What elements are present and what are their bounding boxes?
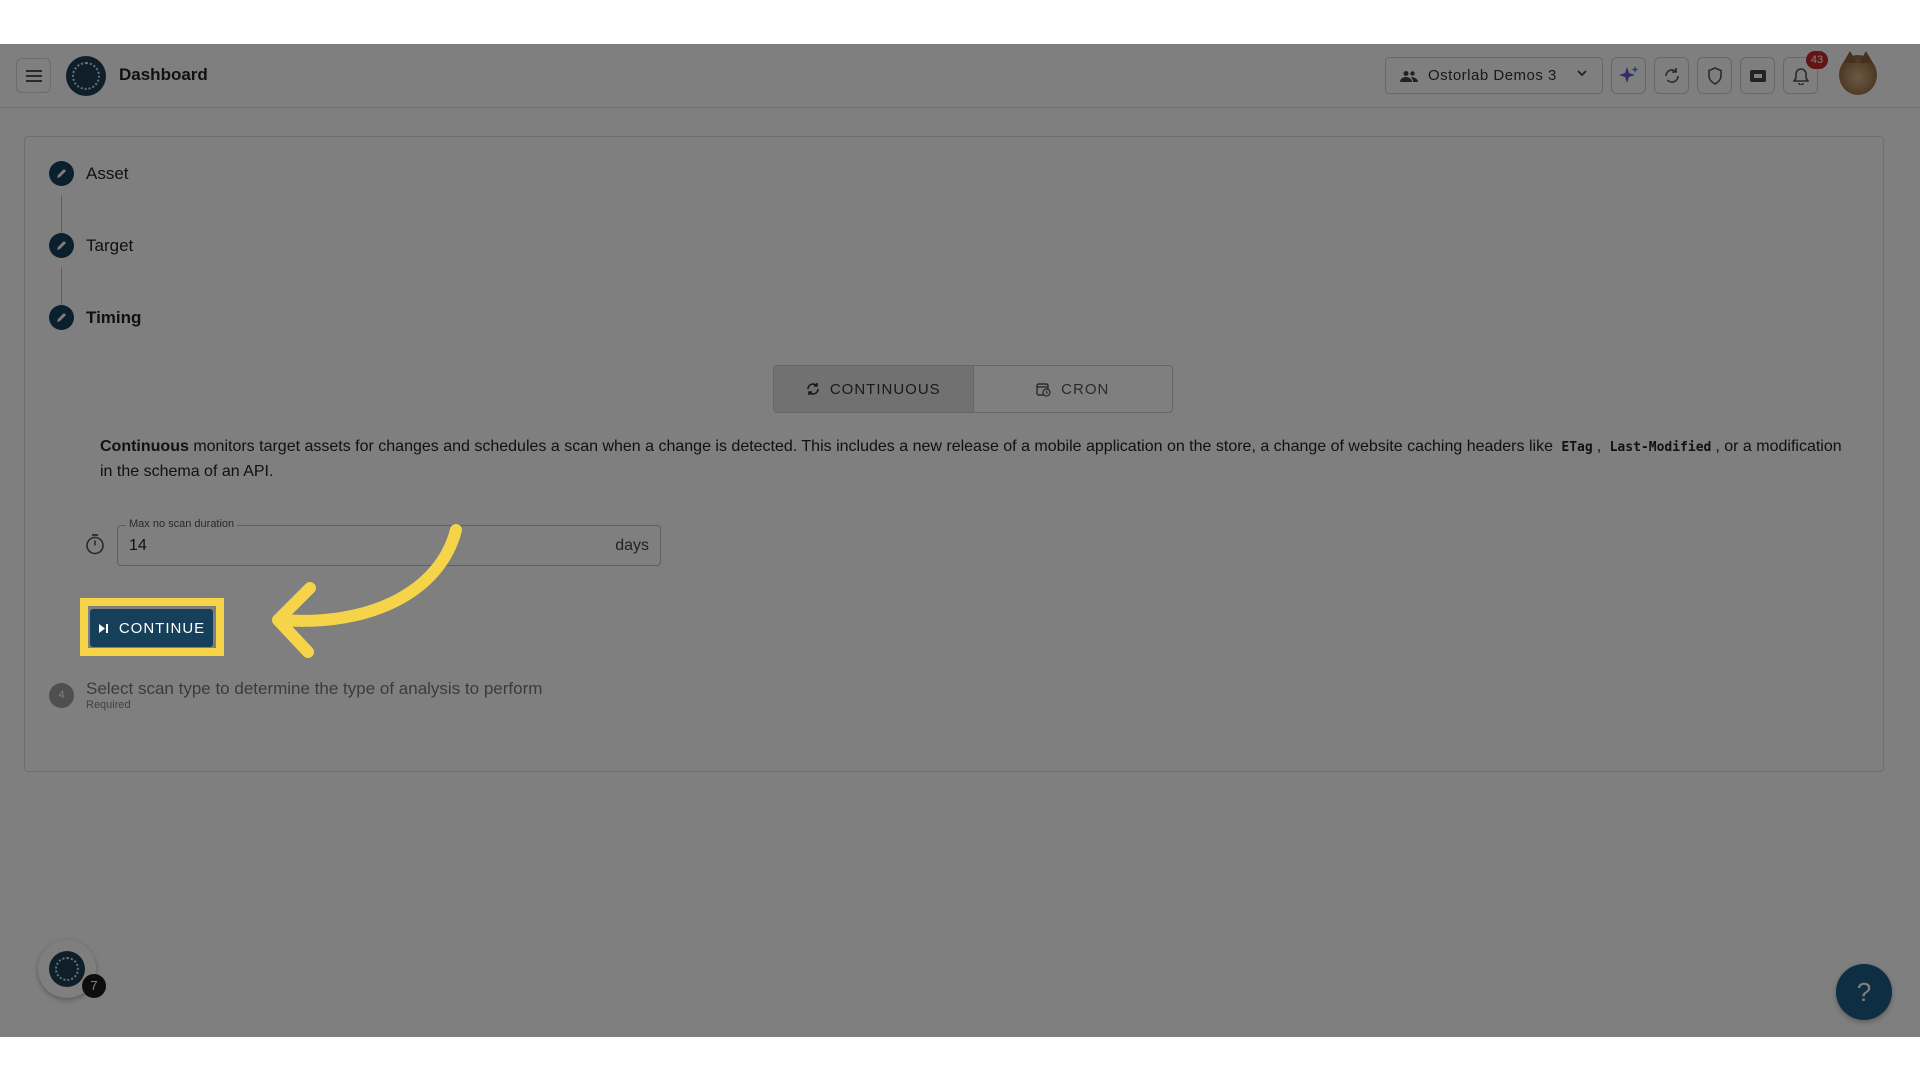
question-mark-icon: ? (1856, 976, 1872, 1007)
organization-select[interactable]: Ostorlab Demos 3 (1385, 57, 1603, 94)
cron-mode-label: CRON (1061, 380, 1110, 398)
continuous-mode-label: CONTINUOUS (829, 380, 941, 398)
skip-next-icon (98, 623, 108, 633)
step-scan-type[interactable]: 4 Select scan type to determine the type… (49, 679, 542, 711)
edit-pencil-icon (49, 233, 74, 258)
timer-icon (86, 534, 104, 555)
sync-icon (807, 383, 819, 395)
continue-label: CONTINUE (118, 619, 206, 637)
user-avatar[interactable] (1839, 51, 1877, 95)
page-title: Dashboard (119, 65, 208, 84)
scan-refresh-button[interactable] (1654, 57, 1689, 94)
step-target[interactable]: Target (49, 233, 133, 258)
description-text: monitors target assets for changes and s… (188, 438, 1558, 455)
field-value: 14 (129, 537, 147, 554)
launcher-count-badge: 7 (82, 974, 106, 998)
continuous-mode-button[interactable]: CONTINUOUS (774, 366, 973, 412)
step-number: 4 (49, 683, 74, 708)
menu-button[interactable] (16, 58, 51, 93)
step-label: Timing (86, 307, 142, 327)
step-asset[interactable]: Asset (49, 161, 129, 186)
refresh-shield-icon (1664, 67, 1679, 83)
last-modified-code: Last-Modified (1609, 440, 1712, 455)
notification-badge: 43 (1806, 51, 1828, 69)
app-logo[interactable] (66, 56, 106, 96)
step-required-note: Required (86, 699, 131, 711)
organization-name: Ostorlab Demos 3 (1428, 67, 1557, 84)
people-icon (1400, 70, 1418, 82)
screenshot-area: Dashboard Ostorlab Demos 3 43 Asset Targ… (0, 44, 1920, 1037)
shield-icon (1707, 66, 1722, 85)
pointer-arrow-icon (272, 524, 462, 658)
help-button[interactable]: ? (1836, 964, 1892, 1020)
security-button[interactable] (1697, 57, 1732, 94)
logo-icon (49, 951, 85, 987)
hamburger-icon (25, 69, 42, 82)
ai-assistant-button[interactable] (1611, 57, 1646, 94)
ticket-icon (1749, 69, 1766, 82)
bell-icon (1792, 67, 1809, 85)
scan-wizard-card: Asset Target Timing CONTINUOUS CRON Cont… (24, 136, 1884, 772)
step-label: Target (86, 235, 134, 255)
step-title: Select scan type to determine the type o… (86, 679, 543, 698)
step-timing[interactable]: Timing (49, 305, 141, 330)
edit-pencil-icon (49, 161, 74, 186)
field-label: Max no scan duration (126, 518, 238, 530)
description-separator: , (1596, 438, 1606, 455)
timing-description: Continuous monitors target assets for ch… (100, 435, 1850, 484)
cron-mode-button[interactable]: CRON (972, 366, 1173, 412)
etag-code: ETag (1561, 440, 1593, 455)
step-label: Asset (86, 163, 129, 183)
chevron-down-icon (1577, 70, 1587, 77)
tickets-button[interactable] (1740, 57, 1775, 94)
continue-button[interactable]: CONTINUE (90, 609, 213, 647)
top-bar: Dashboard Ostorlab Demos 3 43 (0, 44, 1920, 108)
description-lead: Continuous (100, 438, 189, 455)
field-unit: days (615, 537, 649, 554)
calendar-clock-icon (1036, 382, 1051, 397)
highlight-frame: CONTINUE (80, 598, 224, 656)
sparkle-icon (1618, 65, 1638, 83)
edit-pencil-icon (49, 305, 74, 330)
timing-mode-toggle: CONTINUOUS CRON (773, 365, 1173, 413)
